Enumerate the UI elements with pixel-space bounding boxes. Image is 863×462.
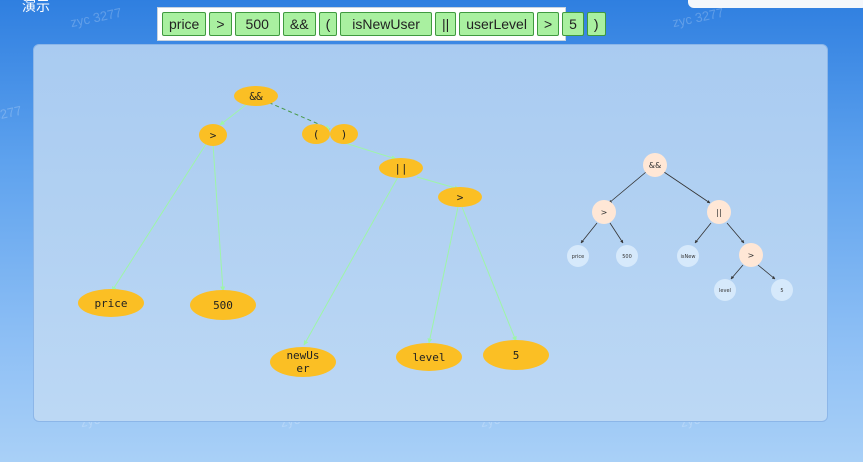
watermark: zyc 3277	[0, 102, 24, 128]
edge-small-or-isnew	[694, 222, 712, 244]
token-price: price	[162, 12, 207, 36]
edge-paren-or	[341, 141, 397, 161]
node-or: ||	[379, 158, 423, 178]
node-price-label: price	[94, 297, 127, 310]
small-node-or-label: ||	[716, 208, 721, 217]
node-or-label: ||	[394, 162, 407, 175]
expression-token-bar: price > 500 && ( isNewUser || userLevel …	[157, 7, 606, 41]
token-gt-2: >	[536, 12, 560, 36]
node-level-label: level	[412, 351, 445, 364]
edge-small-and-or	[663, 171, 711, 204]
small-node-price: price	[567, 245, 589, 267]
small-node-500: 500	[616, 245, 638, 267]
node-rparen: )	[330, 124, 358, 144]
token-userlevel: userLevel	[459, 12, 534, 36]
token-gt: >	[209, 12, 232, 36]
node-level: level	[396, 343, 462, 371]
small-node-isnew: isNew	[677, 245, 699, 267]
page-title: 演示	[22, 0, 50, 15]
node-and: &&	[234, 86, 278, 106]
watermark: zyc 3277	[69, 4, 124, 31]
edge-small-and-gt	[608, 171, 647, 204]
edge-gt-500	[212, 143, 226, 292]
node-5-label: 5	[513, 349, 520, 362]
node-500-label: 500	[213, 299, 233, 312]
edge-gt-level	[427, 206, 459, 344]
tree-visualization: && > ( ) || > price 500 newUs er level 5…	[78, 86, 793, 377]
small-node-500-label: 500	[622, 254, 632, 260]
node-gt-2: >	[438, 187, 482, 207]
node-lparen: (	[302, 124, 330, 144]
small-node-and: &&	[643, 153, 667, 177]
node-gt: >	[199, 124, 227, 146]
node-500: 500	[190, 290, 256, 320]
edge-gt-5	[461, 206, 517, 342]
small-node-isnew-label: isNew	[681, 254, 696, 260]
token-500: 500	[234, 12, 280, 36]
edge-small-gt-price	[580, 222, 598, 244]
token-lparen: (	[318, 12, 338, 36]
edge-gt-price	[111, 143, 207, 292]
node-5: 5	[483, 340, 549, 370]
node-newuser-label-line2: er	[296, 362, 310, 375]
small-node-level-label: level	[719, 288, 731, 294]
node-and-label: &&	[249, 90, 263, 103]
top-right-panel	[688, 0, 863, 8]
node-rparen-label: )	[341, 128, 348, 141]
token-isnewuser: isNewUser	[340, 12, 432, 36]
small-node-gt: >	[592, 200, 616, 224]
edge-small-gt-level	[730, 264, 744, 280]
small-node-level: level	[714, 279, 736, 301]
node-gt-2-label: >	[457, 191, 464, 204]
token-or: ||	[434, 12, 457, 36]
watermark: zyc 3277	[671, 4, 726, 31]
edge-or-gt	[416, 176, 460, 191]
small-node-and-label: &&	[649, 161, 661, 170]
small-node-gt-label: >	[601, 208, 608, 217]
token-and: &&	[282, 12, 316, 36]
token-rparen: )	[586, 12, 606, 36]
node-newuser: newUs er	[270, 347, 336, 377]
small-node-gt-2-label: >	[748, 251, 755, 260]
node-newuser-label-line1: newUs	[286, 349, 319, 362]
edge-small-gt-5	[757, 264, 776, 280]
edge-or-newuser	[303, 176, 399, 346]
node-gt-label: >	[210, 129, 217, 142]
token-5: 5	[562, 12, 584, 36]
small-node-gt-2: >	[739, 243, 763, 267]
edge-small-gt-500	[609, 222, 624, 244]
small-node-or: ||	[707, 200, 731, 224]
visualization-panel: && > ( ) || > price 500 newUs er level 5…	[33, 44, 828, 422]
small-node-5-label: 5	[780, 288, 783, 294]
edge-small-or-gt	[726, 222, 745, 244]
node-price: price	[78, 289, 144, 317]
small-node-price-label: price	[572, 254, 584, 260]
node-lparen-label: (	[313, 128, 320, 141]
small-node-5: 5	[771, 279, 793, 301]
